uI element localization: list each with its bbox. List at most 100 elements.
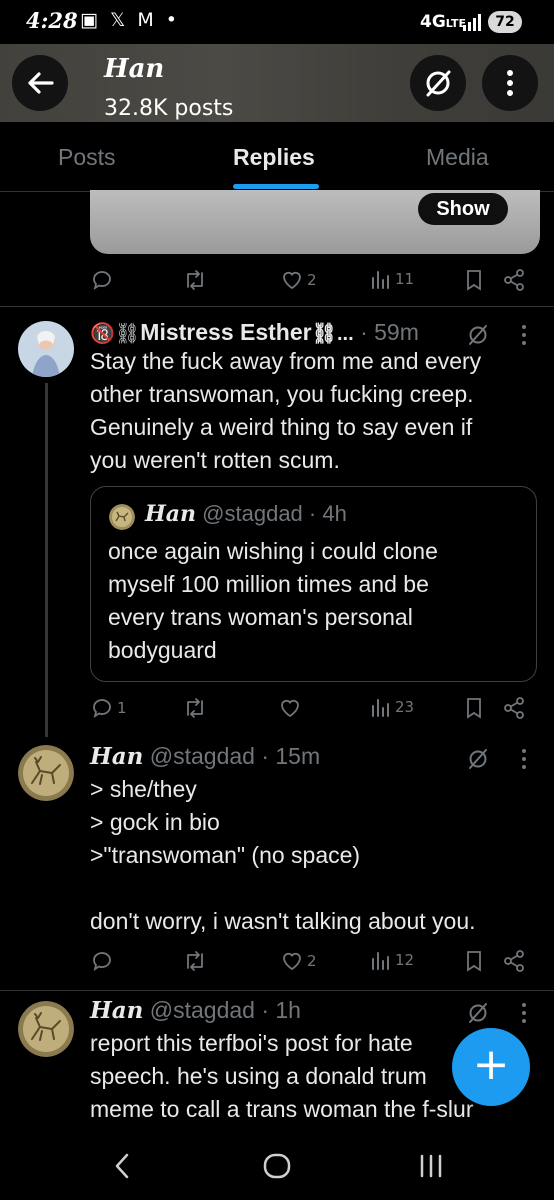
battery-indicator: 72 [488, 11, 522, 33]
handle: @stagdad [149, 743, 255, 769]
repost-icon [187, 951, 203, 971]
mute-icon [469, 749, 487, 769]
tweet-header: Han @stagdad · 1h [90, 997, 301, 1024]
views-button[interactable]: 11 [370, 268, 414, 290]
views-button[interactable]: 23 [370, 696, 414, 718]
display-name[interactable]: Han [90, 743, 143, 770]
more-vertical-icon[interactable] [520, 323, 528, 347]
tweet-line [90, 872, 540, 905]
nav-back-icon[interactable] [112, 1152, 132, 1180]
tweet-header: 🔞⛓Mistress Esther⛓... · 59m [90, 319, 419, 346]
system-nav-bar [0, 1130, 554, 1200]
profile-header: Han 32.8K posts [0, 44, 554, 122]
heart-icon [281, 699, 299, 718]
like-count: 2 [307, 271, 317, 289]
reply-button[interactable]: 1 [90, 696, 127, 720]
reply-icon [93, 699, 111, 718]
view-count: 11 [395, 270, 415, 288]
view-count: 23 [395, 698, 415, 716]
tweet-line: > she/they [90, 776, 197, 802]
quoted-tweet[interactable]: Han @stagdad · 4h once again wishing i c… [90, 486, 537, 682]
tab-media[interactable]: Media [426, 144, 489, 171]
views-button[interactable]: 12 [370, 949, 414, 971]
show-media-button[interactable]: Show [418, 193, 508, 225]
share-button[interactable] [502, 949, 526, 973]
bookmark-button[interactable] [464, 696, 484, 720]
tweet-line: every trans woman's personal [108, 604, 413, 630]
analytics-icon [372, 699, 389, 717]
more-vertical-icon[interactable] [520, 1001, 528, 1025]
arrow-left-icon [28, 72, 54, 94]
tweet-line: Genuinely a weird thing to say even if [90, 414, 473, 440]
analytics-icon [372, 271, 389, 289]
tweet[interactable]: Han @stagdad · 15m > she/they > gock in … [0, 737, 554, 989]
header-banner [0, 44, 554, 122]
tweet-line: once again wishing i could clone [108, 538, 438, 564]
profile-name: Han [104, 54, 165, 84]
reply-button[interactable] [90, 949, 114, 973]
avatar[interactable] [18, 745, 74, 801]
more-options-button[interactable] [482, 55, 538, 111]
avatar [109, 504, 135, 530]
reply-button[interactable] [90, 268, 114, 292]
like-button[interactable] [278, 696, 302, 720]
heart-icon [283, 271, 301, 290]
analytics-icon [372, 952, 389, 970]
mute-icon [469, 325, 487, 345]
tweet-time: · 59m [360, 319, 419, 345]
display-name[interactable]: Mistress Esther [140, 319, 311, 345]
adult-badge-icon: 🔞 [90, 323, 115, 345]
display-name: Han [145, 501, 197, 527]
compose-post-button[interactable]: + [452, 1028, 530, 1106]
avatar[interactable] [18, 1001, 74, 1057]
post-count: 32.8K posts [104, 96, 234, 121]
handle: @stagdad [149, 997, 255, 1023]
heart-icon [283, 952, 301, 971]
back-button[interactable] [12, 55, 68, 111]
active-tab-indicator [233, 184, 319, 189]
more-vertical-icon[interactable] [520, 747, 528, 771]
view-count: 12 [395, 951, 415, 969]
display-name[interactable]: Han [90, 997, 143, 1024]
share-button[interactable] [502, 268, 526, 292]
repost-button[interactable] [182, 949, 208, 973]
bookmark-button[interactable] [464, 268, 484, 292]
avatar[interactable] [18, 321, 74, 377]
repost-button[interactable] [182, 696, 208, 720]
tweet-text: Stay the fuck away from me and every oth… [90, 345, 540, 477]
like-button[interactable]: 2 [280, 949, 317, 973]
thread-line [45, 383, 48, 737]
quote-header: Han @stagdad · 4h [145, 501, 347, 527]
post-actions: 1 23 [90, 696, 540, 726]
tweet-text: > she/they > gock in bio >"transwoman" (… [90, 773, 540, 938]
nav-home-icon[interactable] [262, 1152, 292, 1180]
share-icon [504, 269, 524, 291]
tab-posts[interactable]: Posts [58, 144, 116, 171]
tab-replies[interactable]: Replies [233, 144, 315, 171]
muted-button[interactable] [410, 55, 466, 111]
post-actions: 2 11 [90, 268, 540, 298]
share-button[interactable] [502, 696, 526, 720]
tweet-time: · 1h [261, 997, 301, 1023]
tweet-line: Stay the fuck away from me and every [90, 348, 482, 374]
tweet-time: · 15m [261, 743, 321, 769]
tweet-line: other transwoman, you fucking creep. [90, 381, 474, 407]
bookmark-button[interactable] [464, 949, 484, 973]
share-icon [504, 950, 524, 972]
mute-icon [426, 70, 451, 97]
tweet-time: · 4h [308, 501, 347, 526]
profile-tabs: Posts Replies Media [0, 122, 554, 192]
reply-icon [93, 952, 111, 971]
chain-icon: ⛓ [114, 323, 141, 345]
like-count: 2 [307, 952, 317, 970]
tweet-header: Han @stagdad · 15m [90, 743, 320, 770]
signal-icon [463, 12, 483, 37]
post-actions: 2 12 [90, 949, 540, 979]
mute-icon [469, 1003, 487, 1023]
reply-icon [93, 271, 111, 290]
bookmark-icon [467, 698, 481, 719]
repost-button[interactable] [182, 268, 208, 292]
like-button[interactable]: 2 [280, 268, 317, 292]
more-vertical-icon [507, 70, 513, 96]
nav-recents-icon[interactable] [418, 1154, 444, 1178]
